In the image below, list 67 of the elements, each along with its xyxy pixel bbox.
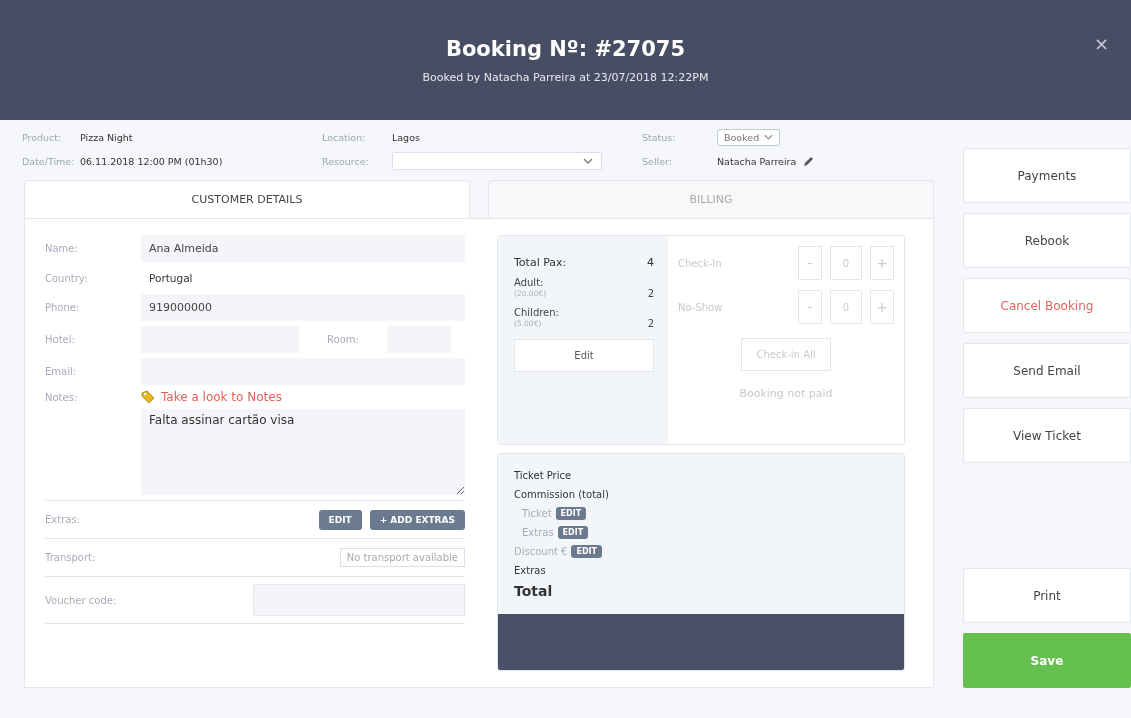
tab[interactable]: BILLING <box>488 180 934 218</box>
billing-label: Ticket <box>522 508 552 519</box>
action-button[interactable]: Rebook <box>962 213 1131 268</box>
tag-icon <box>141 390 155 404</box>
total-pax-label: Total Pax: <box>514 256 567 269</box>
counter-label: Check-In <box>678 257 723 269</box>
booking-subtitle: Booked by Natacha Parreira at 23/07/2018 12:22PM <box>422 70 709 84</box>
field-label: Country: <box>45 272 89 284</box>
category-name: Adult: <box>514 277 544 288</box>
field-label: Room: <box>326 334 360 345</box>
extras-button[interactable]: + ADD EXTRAS <box>369 509 465 530</box>
field-label: Phone: <box>45 302 81 313</box>
close-button[interactable]: × <box>1087 32 1115 55</box>
billing-label: Total <box>514 583 553 599</box>
voucher-input[interactable] <box>253 584 465 616</box>
resource-select[interactable] <box>392 152 602 170</box>
input-field[interactable]: 919000000 <box>141 294 465 321</box>
chevron-down-icon <box>583 158 593 164</box>
seller-value: Natacha Parreira <box>717 155 797 167</box>
billing-label: Extras <box>522 527 554 538</box>
pencil-icon[interactable] <box>802 154 816 168</box>
field-value: Portugal <box>148 271 193 286</box>
action-button[interactable]: Save <box>962 633 1131 688</box>
field-label: Transport: <box>45 552 96 563</box>
counter-label: No-Show <box>678 301 724 313</box>
field-label: Name: <box>45 243 79 254</box>
field-label: Product: <box>22 131 63 143</box>
field-label: Notes: <box>45 391 79 403</box>
billing-label: Commission (total) <box>514 489 609 500</box>
field-label: Location: <box>322 131 367 143</box>
field-label: Resource: <box>322 155 370 167</box>
chevron-down-icon <box>764 134 774 140</box>
payment-status: Booking not paid <box>739 387 833 400</box>
edit-button[interactable]: EDIT <box>557 526 589 539</box>
datetime-value: 06.11.2018 12:00 PM (01h30) <box>80 155 223 167</box>
field-label: Extras: <box>45 514 80 525</box>
notes-alert-text: Take a look to Notes <box>161 390 282 404</box>
action-button[interactable]: View Ticket <box>962 408 1131 463</box>
action-button[interactable]: Payments <box>962 148 1131 203</box>
field-label: Status: <box>642 131 677 143</box>
category-count: 2 <box>647 288 654 299</box>
billing-label: Ticket Price <box>514 470 572 481</box>
field-label: Email: <box>45 366 78 377</box>
edit-button[interactable]: Edit <box>514 339 654 372</box>
action-button[interactable]: Print <box>962 568 1131 623</box>
tab[interactable]: CUSTOMER DETAILS <box>24 180 470 218</box>
edit-button[interactable]: EDIT <box>571 545 602 558</box>
notes-textarea[interactable]: Falta assinar cartão visa <box>141 409 465 495</box>
category-count: 2 <box>647 318 654 329</box>
category-name: Children: <box>514 307 559 318</box>
extras-button[interactable]: EDIT <box>318 509 362 530</box>
product-value: Pizza Night <box>80 131 133 143</box>
location-value: Lagos <box>392 131 420 143</box>
transport-status: No transport available <box>339 548 465 567</box>
input-field[interactable]: Ana Almeida <box>141 235 465 262</box>
edit-button[interactable]: EDIT <box>555 507 587 520</box>
booking-title: Booking Nº: #27075 <box>445 36 686 61</box>
field-label: Hotel: <box>45 334 76 345</box>
field-label: Date/Time: <box>22 155 76 167</box>
action-button[interactable]: Send Email <box>962 343 1131 398</box>
billing-label: Discount € <box>514 546 568 557</box>
field-label: Voucher code: <box>45 594 117 606</box>
billing-label: Extras <box>514 565 546 576</box>
action-button[interactable]: Cancel Booking <box>962 278 1131 333</box>
field-label: Seller: <box>642 155 673 167</box>
total-pax-value: 4 <box>647 256 654 269</box>
status-select[interactable]: Booked <box>717 128 781 146</box>
